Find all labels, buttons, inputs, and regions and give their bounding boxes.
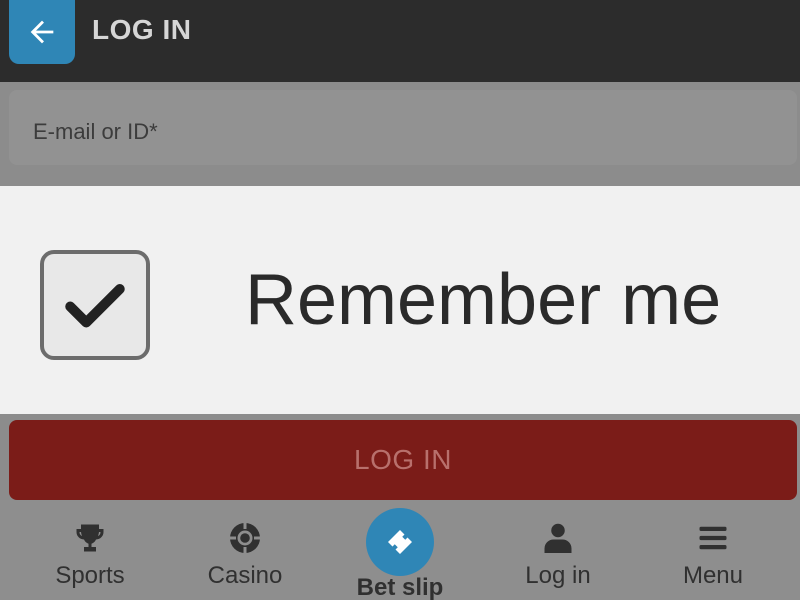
email-field[interactable]: E-mail or ID*: [9, 90, 797, 165]
nav-menu[interactable]: Menu: [643, 520, 783, 600]
casino-chip-icon: [230, 523, 260, 553]
nav-sports[interactable]: Sports: [20, 520, 160, 600]
arrow-left-icon: [30, 20, 54, 44]
login-button[interactable]: LOG IN: [9, 420, 797, 500]
back-button[interactable]: [9, 0, 75, 64]
nav-bet-slip-label[interactable]: Bet slip: [330, 574, 470, 600]
trophy-icon: [76, 524, 104, 552]
nav-log-in[interactable]: Log in: [488, 520, 628, 600]
nav-label: Sports: [55, 562, 125, 589]
ticket-icon: [388, 530, 412, 554]
remember-me-label[interactable]: Remember me: [245, 250, 721, 350]
bottom-nav: Sports Casino Bet slip Log in Menu: [0, 500, 800, 600]
nav-label: Menu: [682, 562, 744, 589]
nav-casino[interactable]: Casino: [175, 520, 315, 600]
nav-label: Log in: [525, 562, 591, 589]
remember-me-checkbox[interactable]: [40, 250, 150, 360]
page-title: LOG IN: [92, 14, 192, 45]
login-screen: LOG IN E-mail or ID* LOG IN Remember me …: [0, 0, 800, 600]
remember-me-row: Remember me: [0, 186, 800, 414]
nav-label: Casino: [207, 562, 283, 589]
hamburger-menu-icon: [699, 526, 727, 550]
top-bar: LOG IN: [0, 0, 800, 82]
user-icon: [544, 523, 572, 553]
checkmark-icon: [65, 284, 125, 328]
nav-bet-slip[interactable]: [366, 508, 434, 576]
